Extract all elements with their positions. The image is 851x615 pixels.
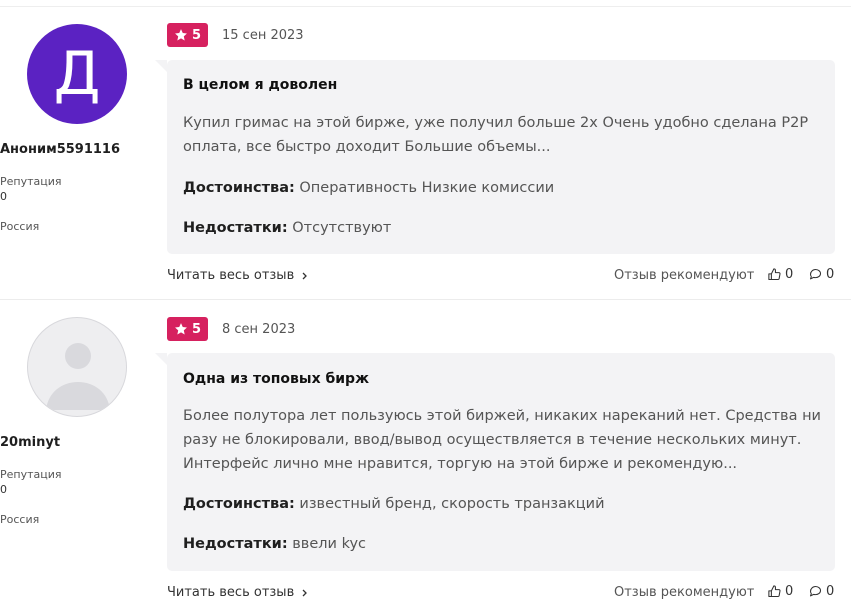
comment-icon [809,585,822,597]
reputation-value: 0 [0,483,7,496]
avatar[interactable]: Д [27,24,127,124]
author-country: Россия [0,220,40,233]
like-count: 0 [785,267,794,282]
pros-text: известный бренд, скорость транзакций [299,496,605,512]
read-full-review-link[interactable]: Читать весь отзыв [167,585,309,600]
pros-label: Достоинства: [183,180,295,196]
review-date: 15 сен 2023 [222,28,304,43]
review-title[interactable]: В целом я доволен [183,77,337,93]
cons-label: Недостатки: [183,220,288,236]
chevron-right-icon [302,589,308,596]
like-count: 0 [785,584,794,599]
review-text: Купил гримас на этой бирже, уже получил … [183,115,809,155]
comment-button[interactable]: 0 [808,584,834,599]
cons-label: Недостатки: [183,536,288,552]
rating-value: 5 [191,27,202,43]
recommend-label: Отзыв рекомендуют [614,585,755,600]
review-content: Одна из топовых бирж Более полутора лет … [155,353,835,571]
thumbs-up-icon [768,268,781,281]
review-date: 8 сен 2023 [222,322,296,337]
rating-value: 5 [191,321,202,337]
like-button[interactable]: 0 [767,267,793,282]
reputation-label: Репутация [0,468,62,481]
review-content: В целом я доволен Купил гримас на этой б… [155,60,835,254]
cons: Недостатки: ввели kyc [183,536,366,552]
like-button[interactable]: 0 [767,584,793,599]
chevron-right-icon [302,272,308,279]
recommend-label: Отзыв рекомендуют [614,268,755,283]
avatar[interactable] [27,317,127,417]
default-user-icon [46,343,110,410]
comment-button[interactable]: 0 [808,267,834,282]
pros-text: Оперативность Низкие комиссии [299,180,555,196]
pros-label: Достоинства: [183,496,295,512]
pros: Достоинства: Оперативность Низкие комисс… [183,180,554,196]
review-title[interactable]: Одна из топовых бирж [183,371,369,387]
star-icon [175,323,187,335]
comment-icon [809,268,822,280]
cons-text: ввели kyc [292,536,366,552]
comment-count: 0 [826,584,835,599]
review-card: Д Аноним5591116 Репутация 0 Россия 5 15 … [0,6,851,300]
pros: Достоинства: известный бренд, скорость т… [183,496,605,512]
review-card: 20minyt Репутация 0 Россия 5 8 сен 2023 … [0,300,851,615]
star-icon [175,29,187,41]
cons-text: Отсутствуют [292,220,392,236]
reputation-value: 0 [0,190,7,203]
author-name[interactable]: Аноним5591116 [0,142,152,157]
read-full-review-label: Читать весь отзыв [167,585,295,600]
author-name[interactable]: 20minyt [0,435,152,450]
comment-count: 0 [826,267,835,282]
thumbs-up-icon [768,585,781,598]
review-text: Более полутора лет пользуюсь этой биржей… [183,408,821,472]
avatar-letter: Д [53,39,101,109]
author-country: Россия [0,513,40,526]
cons: Недостатки: Отсутствуют [183,220,391,236]
rating-badge: 5 [167,317,208,341]
read-full-review-label: Читать весь отзыв [167,268,295,283]
rating-badge: 5 [167,23,208,47]
reputation-label: Репутация [0,175,62,188]
read-full-review-link[interactable]: Читать весь отзыв [167,268,309,283]
